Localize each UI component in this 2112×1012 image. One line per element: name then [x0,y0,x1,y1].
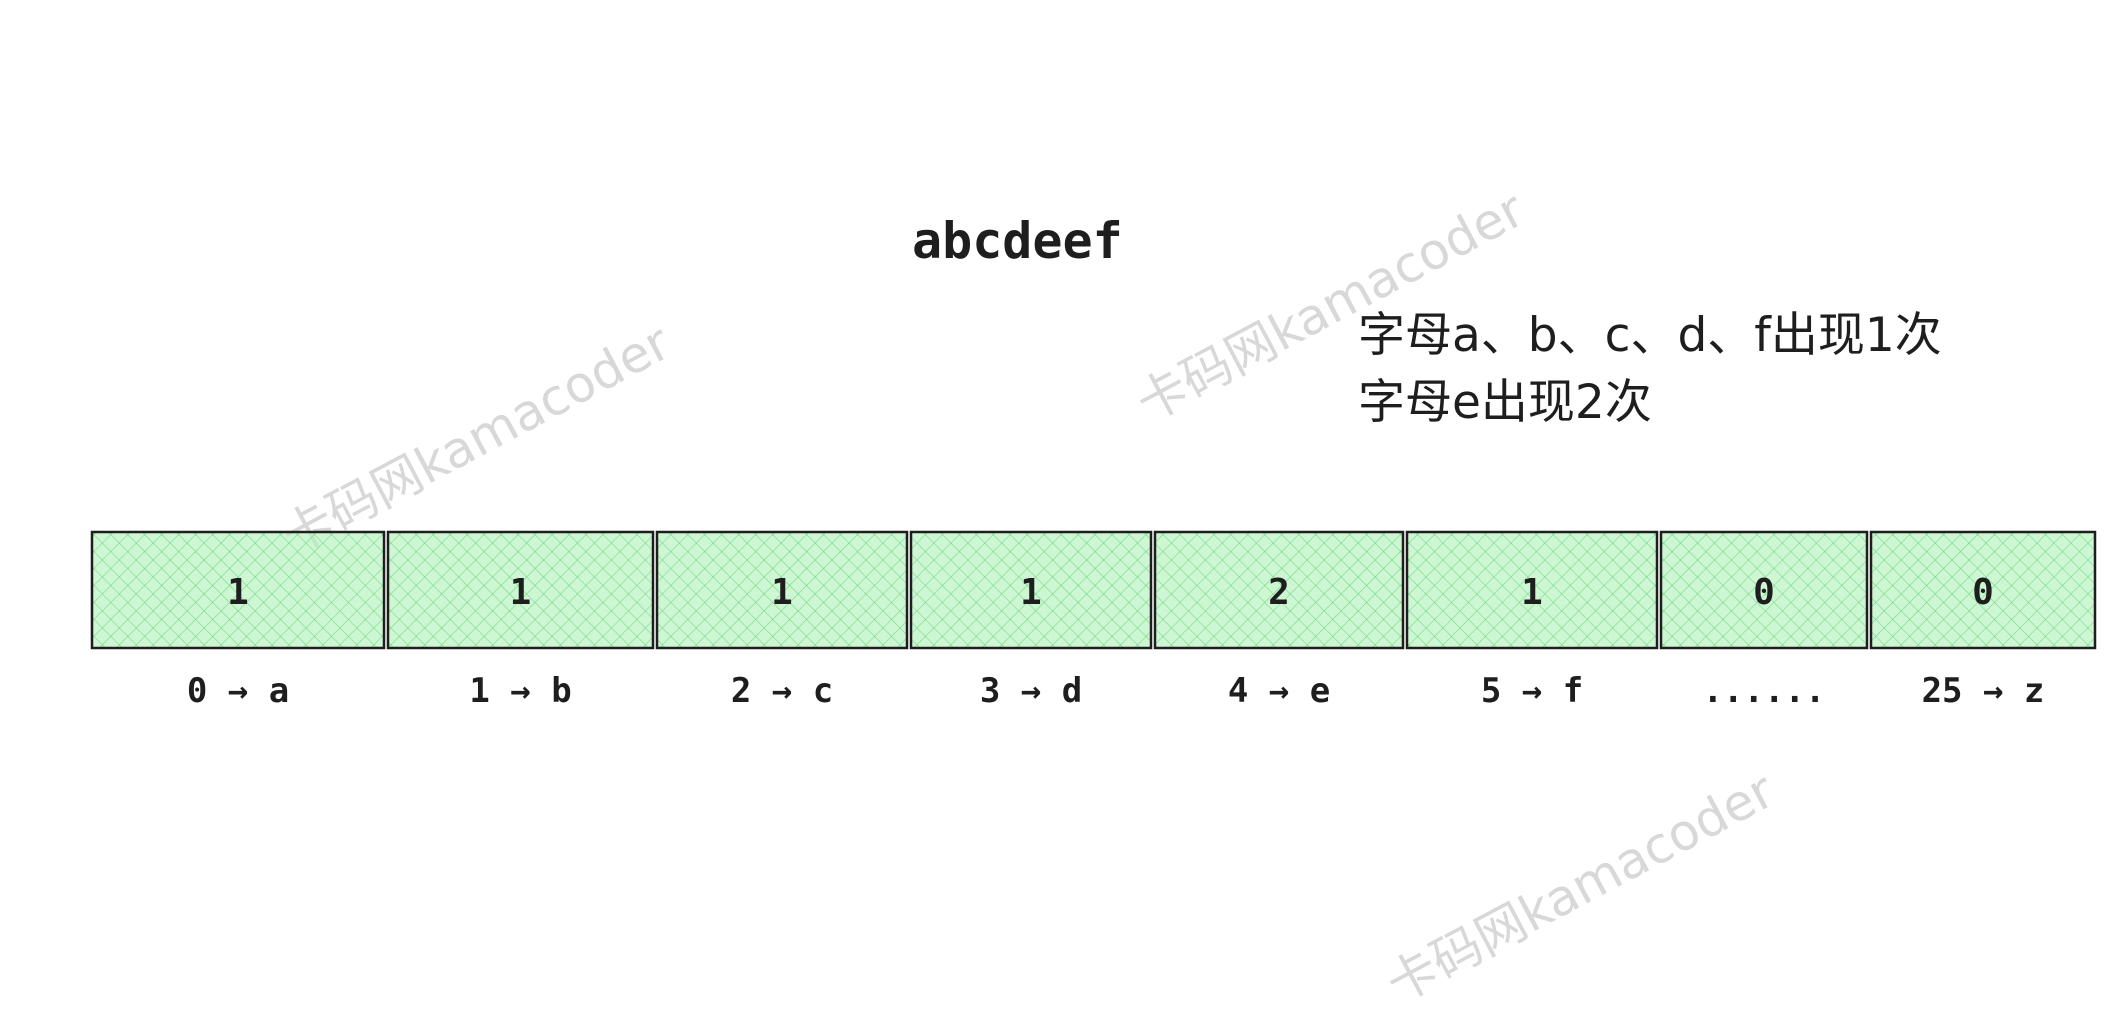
array-cell: 1 3 → d [909,530,1153,711]
cell-index-label: 4 → e [1228,671,1330,711]
cell-index-label: 3 → d [980,671,1082,711]
cell-value: 0 [1753,572,1775,613]
cell-index-label: 5 → f [1481,671,1583,711]
array-cell: 1 5 → f [1405,530,1659,711]
cell-value: 2 [1268,572,1290,613]
cell-index-label: 0 → a [187,671,289,711]
cell-value: 0 [1972,572,1994,613]
cell-value: 1 [1020,572,1042,613]
diagram-canvas: 卡码网kamacoder 卡码网kamacoder 卡码网kamacoder a… [0,0,2112,1012]
cell-index-label: 25 → z [1922,671,2045,711]
array-cell: 1 0 → a [90,530,386,711]
count-array: 1 0 → a 1 1 → b 1 2 → c 1 3 → d 2 4 → e 1 5 → f 0...… [90,530,2097,711]
cell-index-label: ...... [1703,671,1826,711]
cell-value: 1 [771,572,793,613]
cell-value: 1 [227,572,249,613]
array-cell: 0 25 → z [1869,530,2097,711]
cell-value: 1 [1521,572,1543,613]
array-cell: 1 2 → c [655,530,909,711]
array-cell: 0...... [1659,530,1869,711]
cell-value: 1 [510,572,532,613]
array-cell: 1 1 → b [386,530,655,711]
cell-index-label: 2 → c [731,671,833,711]
array-cell: 2 4 → e [1153,530,1405,711]
cell-index-label: 1 → b [469,671,571,711]
